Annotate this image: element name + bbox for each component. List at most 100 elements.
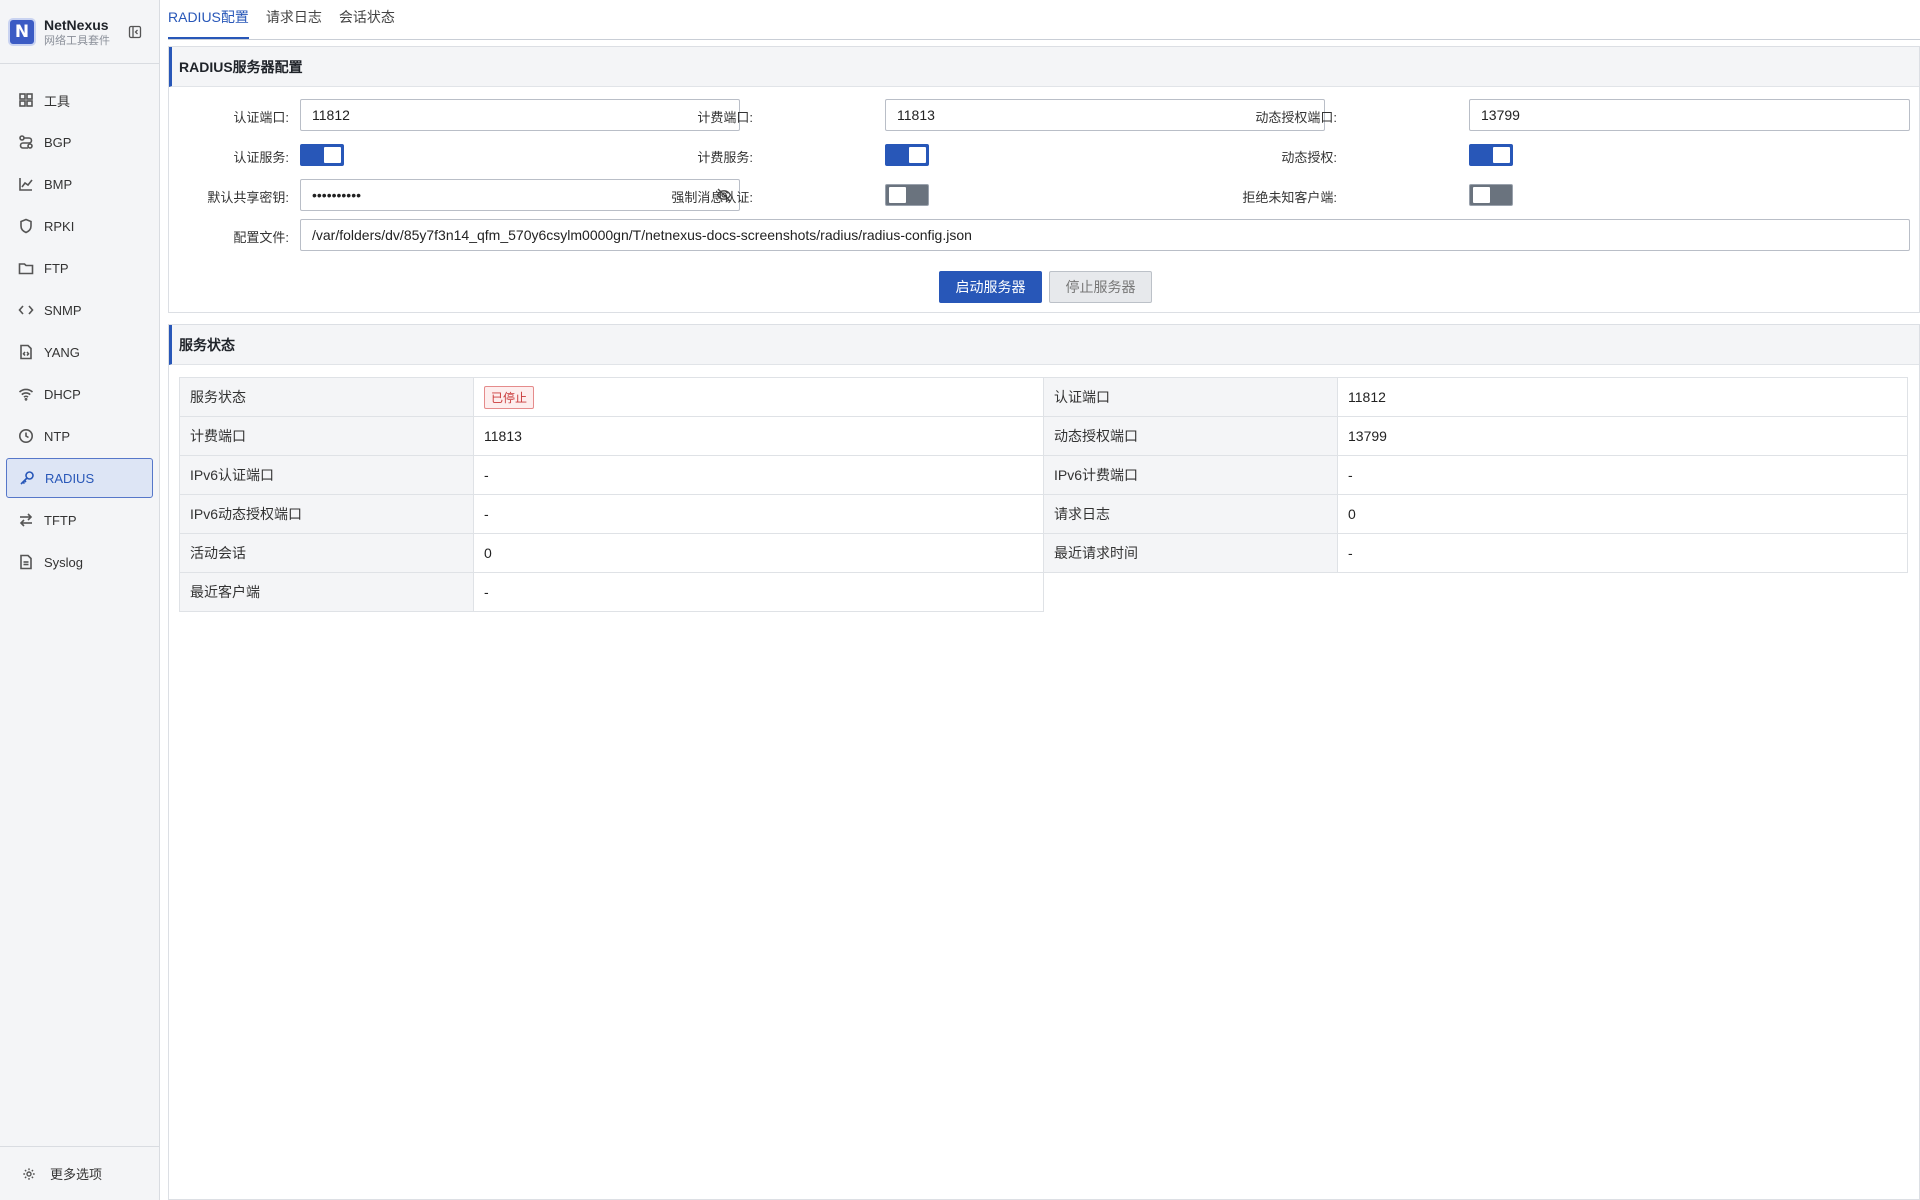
status-value: - [473, 455, 1044, 495]
sidebar-item-label: 工具 [44, 93, 71, 109]
sidebar-item-label: RPKI [44, 218, 75, 234]
force-msg-auth-toggle[interactable] [885, 184, 929, 206]
status-key: IPv6认证端口 [179, 455, 474, 495]
sidebar-item-bmp[interactable]: BMP [6, 164, 153, 204]
sidebar-item-syslog[interactable]: Syslog [6, 542, 153, 582]
status-key: 最近请求时间 [1043, 533, 1338, 573]
sidebar-item-tftp[interactable]: TFTP [6, 500, 153, 540]
coa-label: 动态授权: [1281, 150, 1337, 165]
secret-label: 默认共享密钥: [207, 190, 289, 205]
status-key: 服务状态 [179, 377, 474, 417]
app-subtitle: 网络工具套件 [44, 34, 110, 47]
sidebar-item-label: DHCP [44, 386, 81, 402]
code-icon [18, 305, 34, 315]
acct-service-toggle[interactable] [885, 144, 929, 166]
status-value: 11812 [1337, 377, 1908, 417]
main-content: RADIUS配置 请求日志 会话状态 RADIUS服务器配置 认证端口: 118… [168, 0, 1920, 1200]
sidebar-item-label: BMP [44, 176, 73, 192]
sidebar-item-yang[interactable]: YANG [6, 332, 153, 372]
config-file-input[interactable]: /var/folders/dv/85y7f3n14_qfm_570y6csylm… [300, 219, 1910, 251]
sidebar-item-ftp[interactable]: FTP [6, 248, 153, 288]
sidebar-item-dhcp[interactable]: DHCP [6, 374, 153, 414]
status-value: 0 [1337, 494, 1908, 534]
sidebar-item-label: SNMP [44, 302, 82, 318]
status-value: 13799 [1337, 416, 1908, 456]
table-row: 活动会话 0 最近请求时间 - [179, 533, 1908, 573]
file-code-icon [20, 344, 32, 360]
sidebar-collapse-icon[interactable] [128, 25, 142, 39]
status-value: 11813 [473, 416, 1044, 456]
sidebar-item-label: FTP [44, 260, 69, 276]
sidebar-item-bgp[interactable]: BGP [6, 122, 153, 162]
table-row: IPv6动态授权端口 - 请求日志 0 [179, 494, 1908, 534]
status-badge: 已停止 [484, 385, 535, 409]
radius-config-panel: RADIUS服务器配置 认证端口: 11812 计费端口: 11813 动态授权… [168, 46, 1920, 313]
wifi-icon [18, 388, 34, 401]
gear-icon [23, 1167, 35, 1180]
coa-toggle[interactable] [1469, 144, 1513, 166]
status-value: - [1337, 455, 1908, 495]
status-value: - [473, 572, 1044, 612]
status-value: - [473, 494, 1044, 534]
brand-header: N NetNexus 网络工具套件 [0, 0, 159, 64]
acct-service-label: 计费服务: [697, 150, 753, 165]
service-status-panel: 服务状态 服务状态 已停止 认证端口 11812 计费端口 11813 动态授权… [168, 324, 1920, 1200]
key-icon [20, 471, 34, 485]
status-key: IPv6动态授权端口 [179, 494, 474, 534]
app-logo: N [8, 17, 36, 46]
coa-port-label: 动态授权端口: [1255, 110, 1337, 125]
sidebar-item-label: TFTP [44, 512, 77, 528]
logo-letter: N [14, 21, 30, 42]
chart-icon [19, 178, 33, 191]
status-value: 已停止 [473, 377, 1044, 417]
shield-icon [20, 218, 32, 234]
sidebar-item-radius[interactable]: RADIUS [6, 458, 153, 498]
status-value: - [1337, 533, 1908, 573]
sidebar-item-ntp[interactable]: NTP [6, 416, 153, 456]
tab-session-status[interactable]: 会话状态 [339, 7, 395, 39]
sidebar-item-tools[interactable]: 工具 [6, 80, 153, 120]
app-name: NetNexus [44, 16, 109, 33]
auth-service-label: 认证服务: [233, 150, 289, 165]
status-key: 活动会话 [179, 533, 474, 573]
status-key: 认证端口 [1043, 377, 1338, 417]
tab-request-log[interactable]: 请求日志 [266, 7, 322, 39]
tab-radius-config[interactable]: RADIUS配置 [168, 7, 249, 39]
auth-port-label: 认证端口: [233, 110, 289, 125]
tab-bar: RADIUS配置 请求日志 会话状态 [168, 0, 1920, 40]
sidebar-item-label: Syslog [44, 554, 84, 570]
start-server-button[interactable]: 启动服务器 [939, 271, 1042, 303]
coa-port-input[interactable]: 13799 [1469, 99, 1910, 131]
table-row: 计费端口 11813 动态授权端口 13799 [179, 416, 1908, 456]
status-key: IPv6计费端口 [1043, 455, 1338, 495]
more-options-button[interactable]: 更多选项 [0, 1146, 160, 1200]
status-key: 请求日志 [1043, 494, 1338, 534]
sidebar-item-label: RADIUS [45, 470, 95, 486]
status-key: 计费端口 [179, 416, 474, 456]
document-icon [20, 554, 32, 570]
sidebar-item-rpki[interactable]: RPKI [6, 206, 153, 246]
config-file-label: 配置文件: [233, 230, 289, 245]
more-options-label: 更多选项 [50, 1167, 103, 1182]
status-value: 0 [473, 533, 1044, 573]
reject-unknown-toggle[interactable] [1469, 184, 1513, 206]
auth-service-toggle[interactable] [300, 144, 344, 166]
table-row: 最近客户端 - [179, 572, 1044, 612]
acct-port-label: 计费端口: [697, 110, 753, 125]
sidebar-item-snmp[interactable]: SNMP [6, 290, 153, 330]
table-row: 服务状态 已停止 认证端口 11812 [179, 377, 1908, 417]
sidebar-item-label: BGP [44, 134, 72, 150]
clock-icon [19, 429, 33, 443]
table-row: IPv6认证端口 - IPv6计费端口 - [179, 455, 1908, 495]
transfer-icon [19, 513, 33, 527]
force-msg-auth-label: 强制消息认证: [671, 190, 753, 205]
panel-title: RADIUS服务器配置 [169, 47, 1919, 87]
sidebar-item-label: YANG [44, 344, 80, 360]
sidebar-item-label: NTP [44, 428, 70, 444]
reject-unknown-label: 拒绝未知客户端: [1242, 190, 1337, 205]
stop-server-button[interactable]: 停止服务器 [1049, 271, 1152, 303]
sidebar: N NetNexus 网络工具套件 工具 BGP BMP RPKI FTP SN… [0, 0, 160, 1200]
status-key: 动态授权端口 [1043, 416, 1338, 456]
folder-icon [18, 263, 34, 275]
panel-title: 服务状态 [169, 325, 1919, 365]
